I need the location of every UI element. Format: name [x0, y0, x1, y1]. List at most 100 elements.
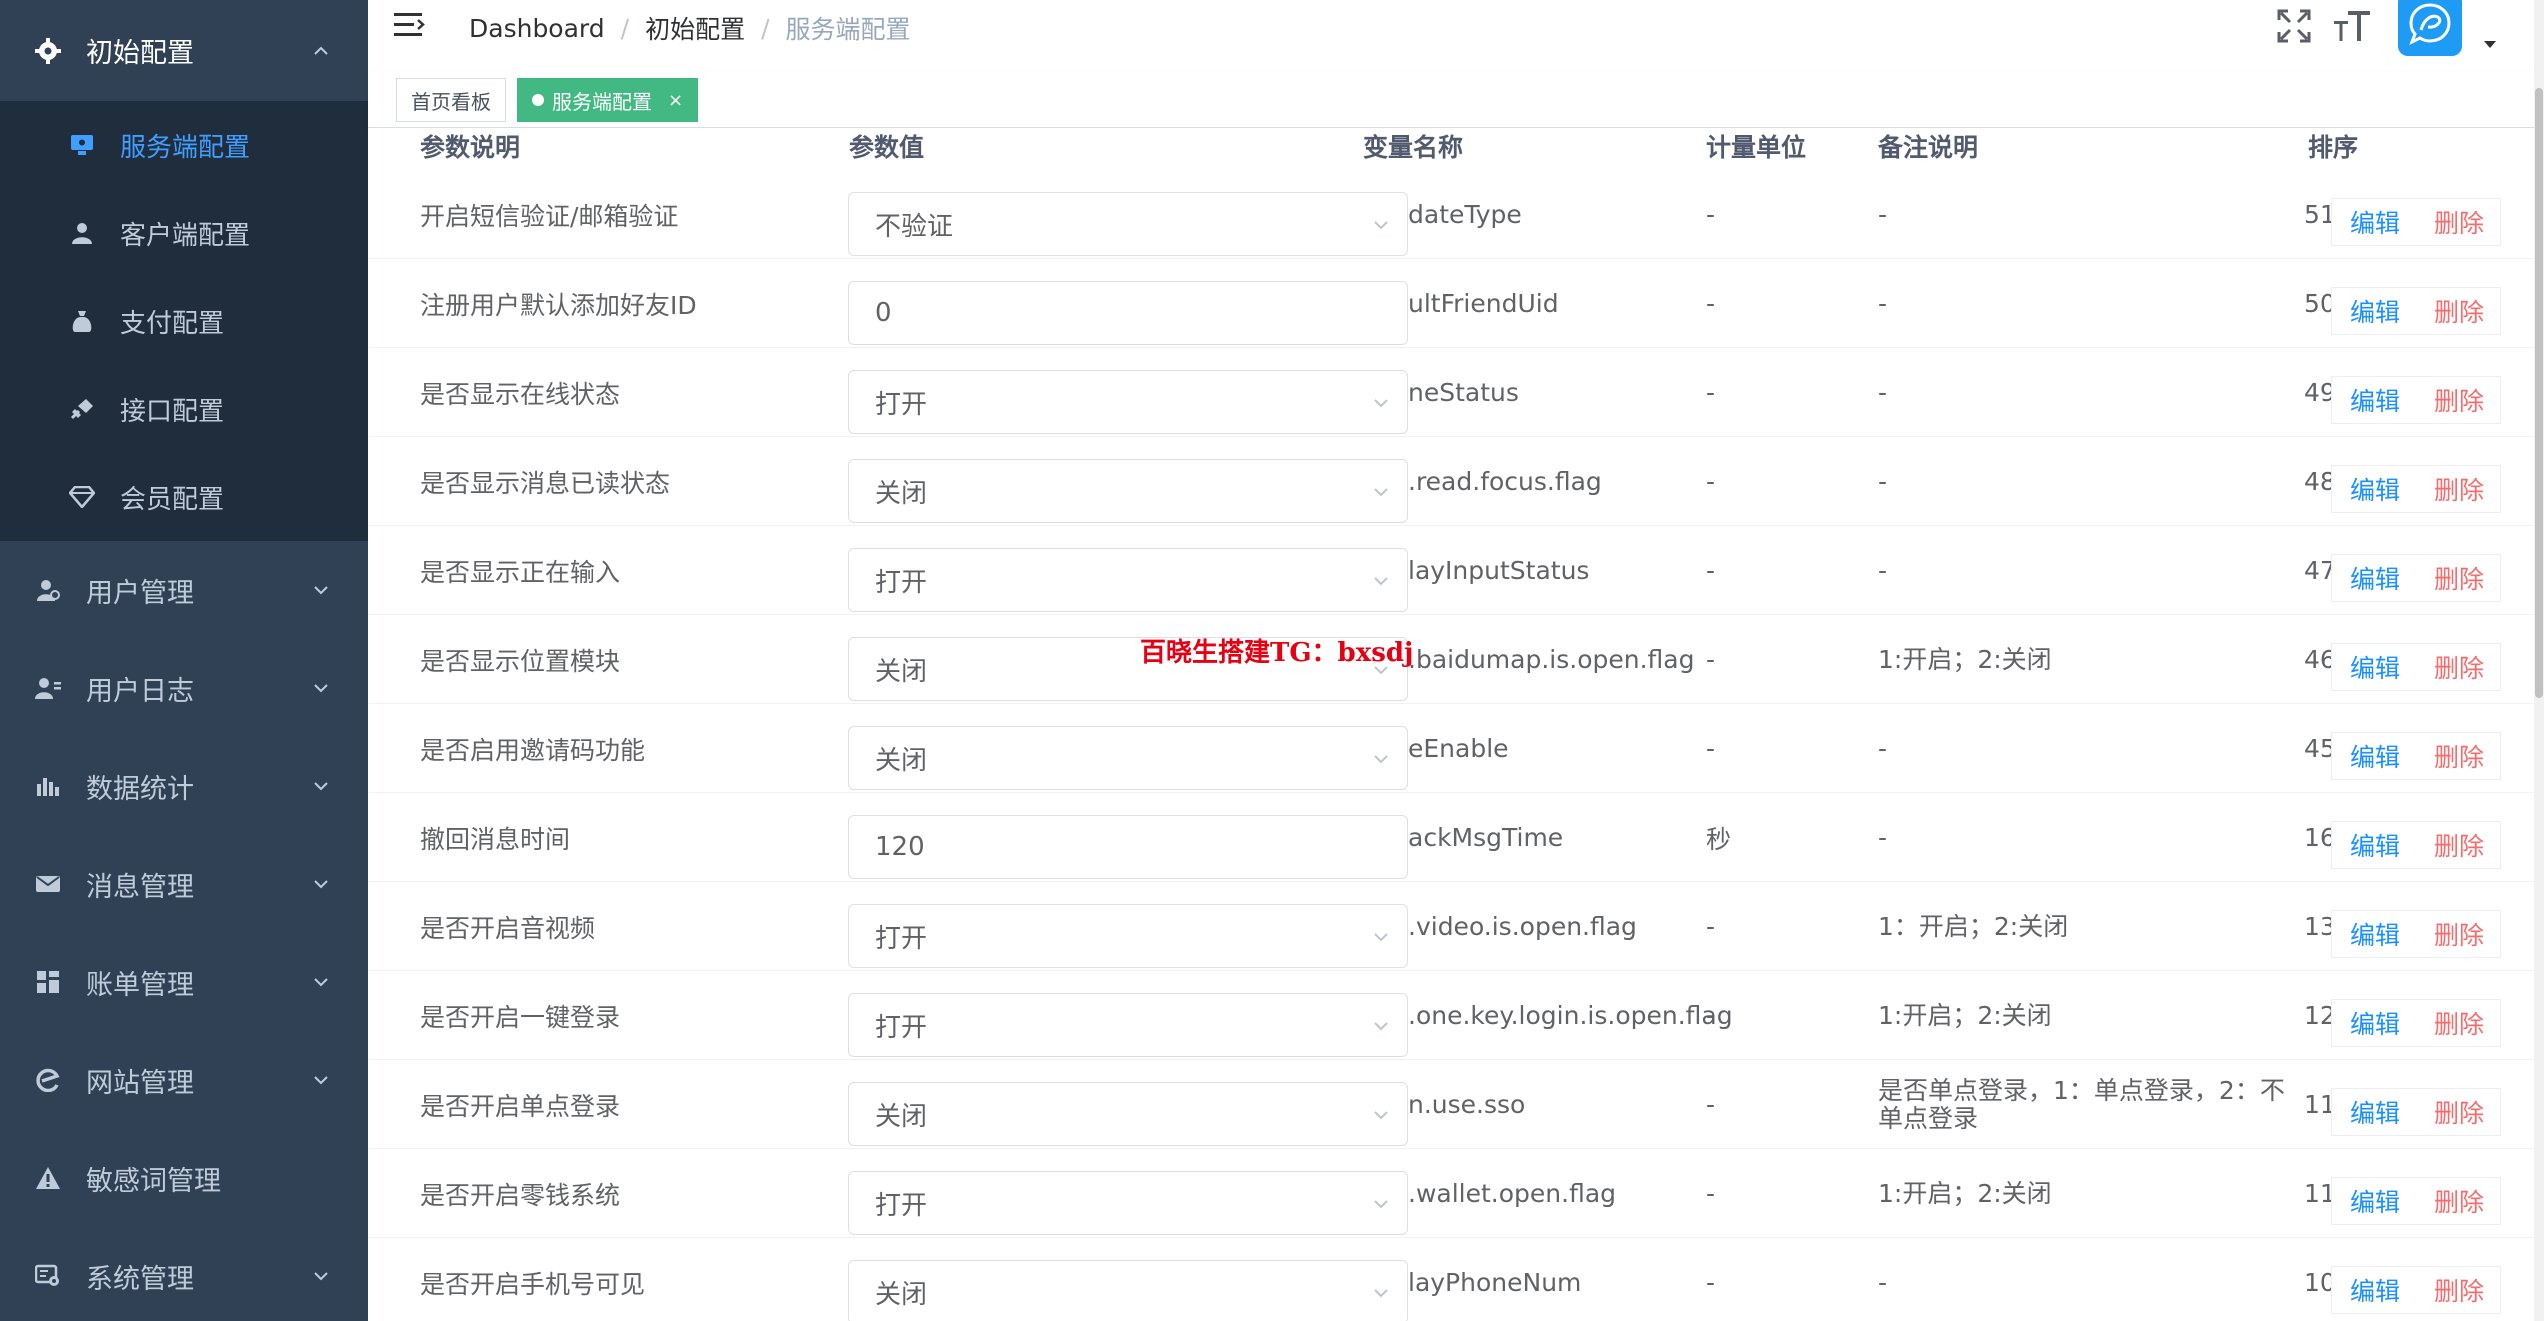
- delete-button[interactable]: 删除: [2434, 1005, 2484, 1041]
- tag-home-dashboard[interactable]: 首页看板: [396, 78, 506, 122]
- edit-button[interactable]: 编辑: [2350, 827, 2400, 863]
- chevron-down-icon: [1374, 488, 1388, 497]
- user-manage-icon: [34, 576, 62, 604]
- sidebar-item-payment-config[interactable]: 支付配置: [0, 277, 368, 365]
- user-log-icon: [34, 674, 62, 702]
- caret-down-icon[interactable]: [2482, 38, 2498, 50]
- unit: -: [1706, 734, 1716, 763]
- chevron-down-icon: [1374, 1200, 1388, 1209]
- param-value-select[interactable]: 打开: [848, 370, 1408, 434]
- chevron-down-icon: [1374, 221, 1388, 230]
- param-value-select[interactable]: 打开: [848, 993, 1408, 1057]
- sidebar-menu-sensitive-words[interactable]: 敏感词管理: [0, 1129, 368, 1227]
- chevron-down-icon: [314, 978, 328, 987]
- param-value-input[interactable]: 0: [848, 281, 1408, 345]
- table-row: 是否开启一键登录 打开 .one.key.login.is.open.flag - 1:…: [368, 971, 2534, 1060]
- sidebar-menu-statistics[interactable]: 数据统计: [0, 737, 368, 835]
- edit-button[interactable]: 编辑: [2350, 1183, 2400, 1219]
- var-name: n.use.sso: [1408, 1090, 1526, 1119]
- breadcrumb-dashboard[interactable]: Dashboard: [469, 14, 605, 43]
- unit: -: [1706, 378, 1716, 407]
- param-value-select[interactable]: 不验证: [848, 192, 1408, 256]
- scrollbar-thumb[interactable]: [2535, 88, 2543, 698]
- sidebar-group-initial-config[interactable]: 初始配置: [0, 0, 368, 101]
- delete-button[interactable]: 删除: [2434, 204, 2484, 240]
- var-name: ackMsgTime: [1408, 823, 1564, 852]
- diamond-icon: [68, 483, 96, 511]
- page-scrollbar[interactable]: [2534, 0, 2544, 1321]
- sidebar-item-label: 服务端配置: [120, 132, 251, 163]
- hamburger-icon[interactable]: [394, 10, 426, 40]
- sidebar-menu-message[interactable]: 消息管理: [0, 835, 368, 933]
- tag-server-config[interactable]: 服务端配置 ×: [517, 78, 699, 122]
- chevron-down-icon: [314, 684, 328, 693]
- edit-button[interactable]: 编辑: [2350, 738, 2400, 774]
- edit-button[interactable]: 编辑: [2350, 471, 2400, 507]
- param-value-select[interactable]: 打开: [848, 548, 1408, 612]
- sidebar-menu-user-management[interactable]: 用户管理: [0, 541, 368, 639]
- edit-button[interactable]: 编辑: [2350, 1005, 2400, 1041]
- param-desc: 撤回消息时间: [420, 824, 571, 854]
- breadcrumb-separator: /: [761, 13, 770, 43]
- row-actions: 编辑 删除: [2331, 198, 2501, 246]
- row-actions: 编辑 删除: [2331, 1088, 2501, 1136]
- edit-button[interactable]: 编辑: [2350, 1094, 2400, 1130]
- close-icon[interactable]: ×: [668, 90, 683, 111]
- sidebar-menu-billing[interactable]: 账单管理: [0, 933, 368, 1031]
- fullscreen-icon[interactable]: [2274, 6, 2314, 46]
- sidebar-item-api-config[interactable]: 接口配置: [0, 365, 368, 453]
- edit-button[interactable]: 编辑: [2350, 204, 2400, 240]
- sidebar-menu-website[interactable]: 网站管理: [0, 1031, 368, 1129]
- table-row: 是否开启手机号可见 关闭 layPhoneNum - -10 编辑 删除: [368, 1238, 2534, 1321]
- sidebar-item-client-config[interactable]: 客户端配置: [0, 189, 368, 277]
- remark: -: [1878, 377, 1888, 407]
- edit-button[interactable]: 编辑: [2350, 560, 2400, 596]
- edit-button[interactable]: 编辑: [2350, 382, 2400, 418]
- breadcrumb-initial-config[interactable]: 初始配置: [645, 10, 745, 46]
- chevron-down-icon: [314, 586, 328, 595]
- config-table: 参数说明 参数值 变量名称 计量单位 备注说明 排序 开启短信验证/邮箱验证 不验…: [368, 128, 2534, 1321]
- param-value-select[interactable]: 打开: [848, 1171, 1408, 1235]
- avatar[interactable]: [2398, 0, 2462, 56]
- sidebar-item-server-config[interactable]: 服务端配置: [0, 101, 368, 189]
- delete-button[interactable]: 删除: [2434, 1094, 2484, 1130]
- sidebar-menu-user-log[interactable]: 用户日志: [0, 639, 368, 737]
- delete-button[interactable]: 删除: [2434, 649, 2484, 685]
- delete-button[interactable]: 删除: [2434, 738, 2484, 774]
- delete-button[interactable]: 删除: [2434, 1183, 2484, 1219]
- delete-button[interactable]: 删除: [2434, 293, 2484, 329]
- font-size-icon[interactable]: [2332, 6, 2372, 46]
- delete-button[interactable]: 删除: [2434, 471, 2484, 507]
- system-icon: [34, 1262, 62, 1290]
- delete-button[interactable]: 删除: [2434, 382, 2484, 418]
- delete-button[interactable]: 删除: [2434, 560, 2484, 596]
- row-actions: 编辑 删除: [2331, 1177, 2501, 1225]
- sidebar-menu-system[interactable]: 系统管理: [0, 1227, 368, 1321]
- param-desc: 是否开启单点登录: [420, 1091, 621, 1121]
- chevron-down-icon: [1374, 577, 1388, 586]
- sidebar-menu-label: 用户日志: [86, 675, 194, 707]
- remark: 1:开启；2:关闭: [1878, 1000, 2052, 1030]
- param-value-select[interactable]: 打开: [848, 904, 1408, 968]
- param-value-select[interactable]: 关闭: [848, 1082, 1408, 1146]
- sidebar-item-member-config[interactable]: 会员配置: [0, 453, 368, 541]
- param-value-input[interactable]: 120: [848, 815, 1408, 879]
- unit: -: [1706, 912, 1716, 941]
- table-row: 是否开启音视频 打开 .video.is.open.flag -1：开启；2:关闭 13…: [368, 882, 2534, 971]
- row-actions: 编辑 删除: [2331, 910, 2501, 958]
- edit-button[interactable]: 编辑: [2350, 1272, 2400, 1308]
- edit-button[interactable]: 编辑: [2350, 293, 2400, 329]
- param-value-select[interactable]: 关闭: [848, 459, 1408, 523]
- edit-button[interactable]: 编辑: [2350, 916, 2400, 952]
- chevron-down-icon: [1374, 933, 1388, 942]
- tag-label: 服务端配置: [552, 89, 652, 114]
- delete-button[interactable]: 删除: [2434, 1272, 2484, 1308]
- delete-button[interactable]: 删除: [2434, 827, 2484, 863]
- param-value-select[interactable]: 关闭: [848, 726, 1408, 790]
- param-value-select[interactable]: 关闭: [848, 1260, 1408, 1321]
- submenu-initial-config: 服务端配置 客户端配置 支付配置 接口配置 会员配置: [0, 101, 368, 541]
- header-remark: 备注说明: [1878, 133, 1979, 162]
- table-row: 是否开启零钱系统 打开 .wallet.open.flag -1:开启；2:关闭 11 编…: [368, 1149, 2534, 1238]
- delete-button[interactable]: 删除: [2434, 916, 2484, 952]
- edit-button[interactable]: 编辑: [2350, 649, 2400, 685]
